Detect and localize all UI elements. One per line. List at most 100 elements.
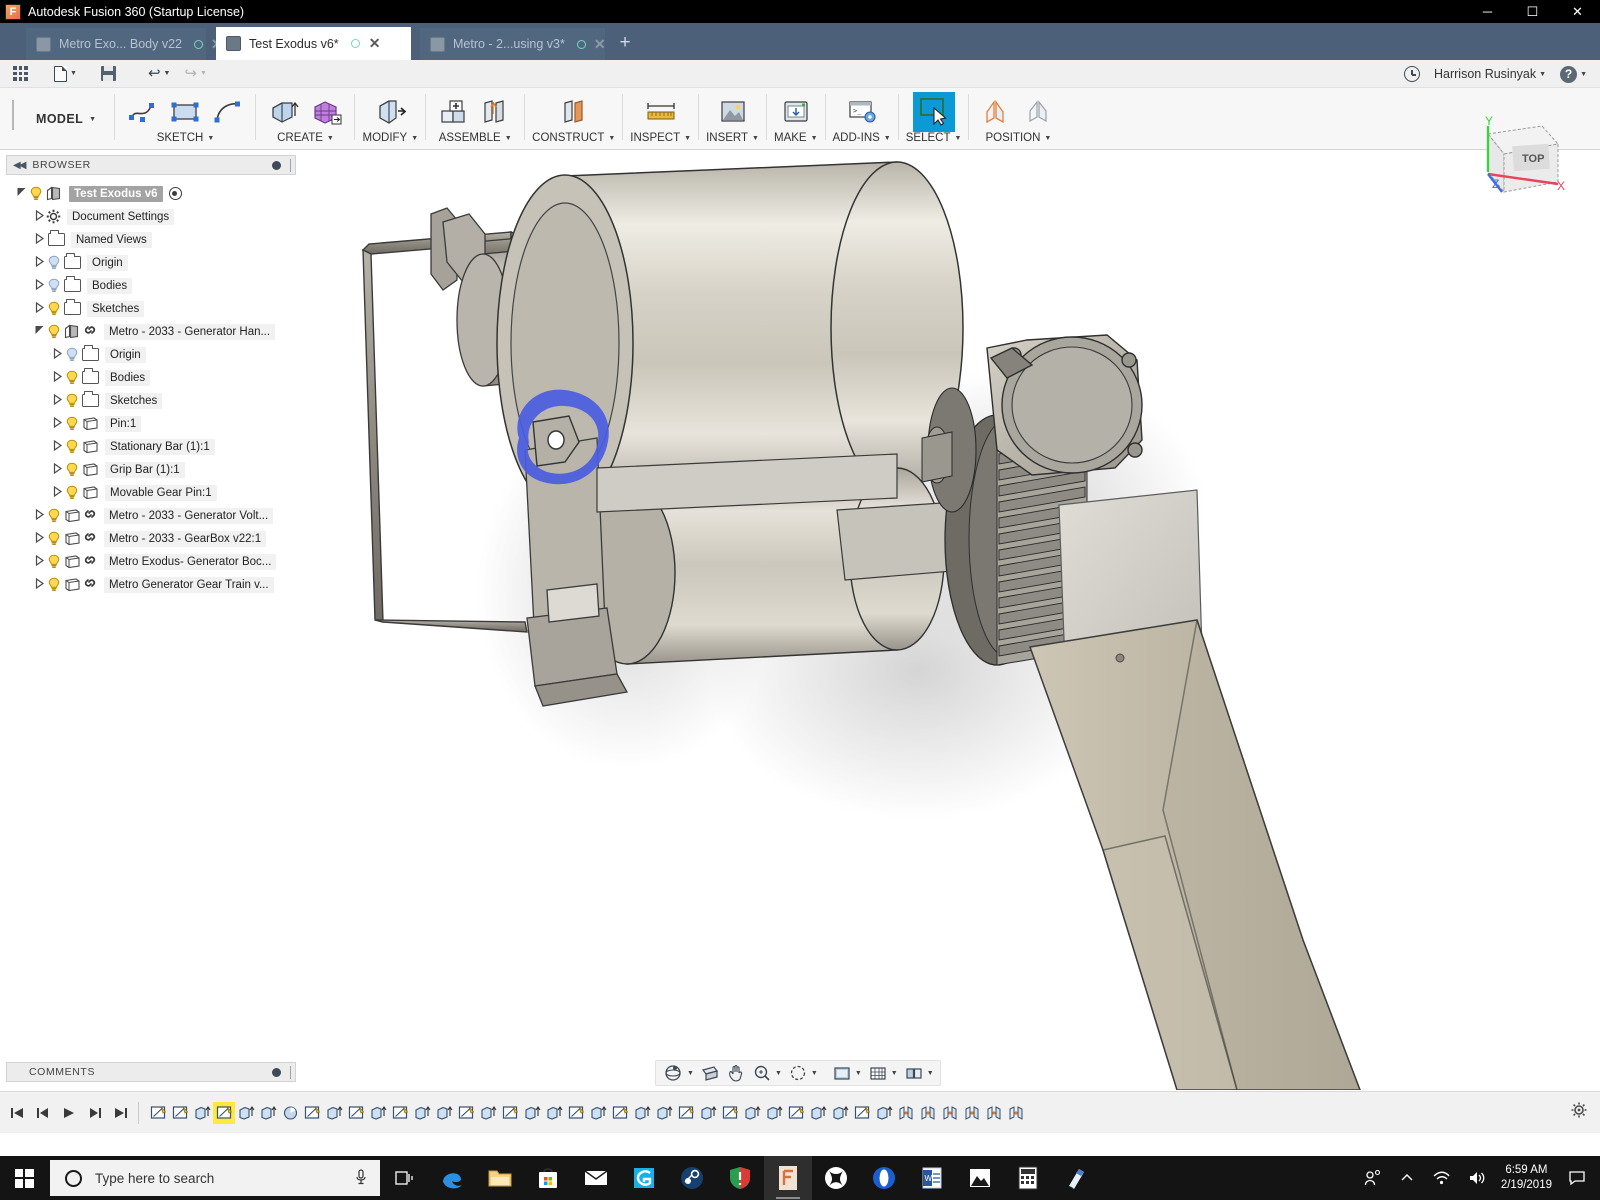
tree-node[interactable]: Origin <box>0 251 296 274</box>
tab-test-exodus[interactable]: Test Exodus v6* ✕ <box>216 27 411 60</box>
comments-panel-header[interactable]: COMMENTS <box>6 1062 296 1082</box>
opera-icon[interactable] <box>860 1156 908 1200</box>
timeline-feature[interactable] <box>587 1102 609 1124</box>
display-settings-button[interactable]: ▼ <box>829 1061 865 1085</box>
microphone-icon[interactable] <box>354 1168 368 1189</box>
redo-button[interactable]: ↪ ▼ <box>177 60 214 88</box>
tree-node[interactable]: Metro Generator Gear Train v... <box>0 573 296 596</box>
timeline-feature[interactable] <box>147 1102 169 1124</box>
microsoft-store-icon[interactable] <box>524 1156 572 1200</box>
timeline-feature[interactable] <box>895 1102 917 1124</box>
activate-component-radio[interactable] <box>168 187 182 200</box>
measure-icon[interactable] <box>640 92 682 132</box>
collapse-icon[interactable]: ◀◀ <box>13 160 26 171</box>
onenote-icon[interactable] <box>1052 1156 1100 1200</box>
tree-node[interactable]: Sketches <box>0 297 296 320</box>
timeline-feature[interactable] <box>873 1102 895 1124</box>
timeline-feature[interactable] <box>235 1102 257 1124</box>
timeline-feature[interactable] <box>433 1102 455 1124</box>
show-data-panel-button[interactable] <box>6 60 35 88</box>
job-status-button[interactable] <box>1397 60 1427 88</box>
zoom-button[interactable]: ▼ <box>749 1061 785 1085</box>
show-hidden-icons[interactable] <box>1391 1172 1423 1184</box>
ribbon-group-label[interactable]: ASSEMBLE ▼ <box>439 132 512 144</box>
ribbon-group-label[interactable]: INSERT ▼ <box>706 132 759 144</box>
maximize-button[interactable]: ☐ <box>1510 0 1555 23</box>
light-bulb-on-icon[interactable] <box>64 370 80 385</box>
tree-node[interactable]: Pin:1 <box>0 412 296 435</box>
sketch-rectangle-icon[interactable] <box>164 92 206 132</box>
account-menu-button[interactable]: Harrison Rusinyak ▼ <box>1427 60 1553 88</box>
light-bulb-off-icon[interactable] <box>46 255 62 270</box>
tree-node[interactable]: Bodies <box>0 366 296 389</box>
network-icon[interactable] <box>1423 1170 1459 1186</box>
collapse-arrow-icon[interactable] <box>32 577 46 591</box>
collapse-arrow-icon[interactable] <box>32 255 46 269</box>
collapse-arrow-icon[interactable] <box>50 462 64 476</box>
timeline-feature[interactable] <box>763 1102 785 1124</box>
tree-node[interactable]: Metro - 2033 - Generator Han... <box>0 320 296 343</box>
scripts-addins-icon[interactable]: >_ <box>841 92 883 132</box>
timeline-feature[interactable] <box>785 1102 807 1124</box>
ribbon-group-label[interactable]: SELECT ▼ <box>906 132 962 144</box>
comments-options-icon[interactable] <box>272 1067 281 1077</box>
tab-close-icon[interactable]: ✕ <box>368 35 382 52</box>
light-bulb-on-icon[interactable] <box>46 577 62 592</box>
timeline-feature[interactable] <box>829 1102 851 1124</box>
close-button[interactable]: ✕ <box>1555 0 1600 23</box>
3d-viewport[interactable] <box>297 150 1600 1090</box>
timeline-feature[interactable] <box>477 1102 499 1124</box>
collapse-arrow-icon[interactable] <box>32 232 46 246</box>
timeline-settings-icon[interactable] <box>1570 1101 1588 1119</box>
edge-icon[interactable] <box>428 1156 476 1200</box>
timeline-feature[interactable] <box>191 1102 213 1124</box>
action-center-icon[interactable] <box>1564 1170 1600 1186</box>
step-back-button[interactable] <box>34 1104 52 1122</box>
panel-options-icon[interactable] <box>272 160 281 170</box>
view-cube[interactable]: TOP Y X Z <box>1458 112 1578 207</box>
timeline-feature[interactable] <box>367 1102 389 1124</box>
search-box[interactable]: Type here to search <box>50 1160 380 1196</box>
new-tab-button[interactable]: + <box>612 28 638 60</box>
collapse-arrow-icon[interactable] <box>50 347 64 361</box>
browser-panel-header[interactable]: ◀◀ BROWSER <box>6 155 296 175</box>
extrude-icon[interactable] <box>263 92 305 132</box>
light-bulb-on-icon[interactable] <box>28 186 44 201</box>
ribbon-group-label[interactable]: MAKE ▼ <box>774 132 818 144</box>
file-menu-button[interactable]: ▼ <box>47 60 84 88</box>
xbox-icon[interactable] <box>812 1156 860 1200</box>
joint-icon[interactable] <box>475 92 517 132</box>
timeline-feature[interactable] <box>345 1102 367 1124</box>
align-icon[interactable] <box>976 92 1018 132</box>
timeline-feature[interactable] <box>213 1101 235 1124</box>
collapse-arrow-icon[interactable] <box>50 485 64 499</box>
timeline-feature[interactable] <box>499 1102 521 1124</box>
tree-node[interactable]: Test Exodus v6 <box>0 182 296 205</box>
help-menu-button[interactable]: ? ▼ <box>1553 60 1594 88</box>
look-at-button[interactable] <box>697 1061 723 1085</box>
timeline-feature[interactable] <box>697 1102 719 1124</box>
timeline-feature[interactable] <box>279 1102 301 1124</box>
light-bulb-off-icon[interactable] <box>46 278 62 293</box>
pan-button[interactable] <box>723 1061 749 1085</box>
tree-node[interactable]: Metro Exodus- Generator Boc... <box>0 550 296 573</box>
file-explorer-icon[interactable] <box>476 1156 524 1200</box>
light-bulb-on-icon[interactable] <box>64 416 80 431</box>
collapse-arrow-icon[interactable] <box>50 370 64 384</box>
insert-image-icon[interactable] <box>712 92 754 132</box>
tree-node[interactable]: Bodies <box>0 274 296 297</box>
sketch-spline-icon[interactable] <box>122 92 164 132</box>
offset-plane-icon[interactable] <box>553 92 595 132</box>
collapse-arrow-icon[interactable] <box>50 416 64 430</box>
timeline-feature[interactable] <box>565 1102 587 1124</box>
timeline-feature[interactable] <box>851 1102 873 1124</box>
ribbon-group-label[interactable]: ADD-INS ▼ <box>833 132 891 144</box>
light-bulb-on-icon[interactable] <box>64 485 80 500</box>
timeline-feature[interactable] <box>675 1102 697 1124</box>
collapse-arrow-icon[interactable] <box>32 531 46 545</box>
tree-node[interactable]: Named Views <box>0 228 296 251</box>
tree-node[interactable]: Document Settings <box>0 205 296 228</box>
tree-node[interactable]: Sketches <box>0 389 296 412</box>
timeline-feature[interactable] <box>543 1102 565 1124</box>
timeline-feature[interactable] <box>939 1102 961 1124</box>
